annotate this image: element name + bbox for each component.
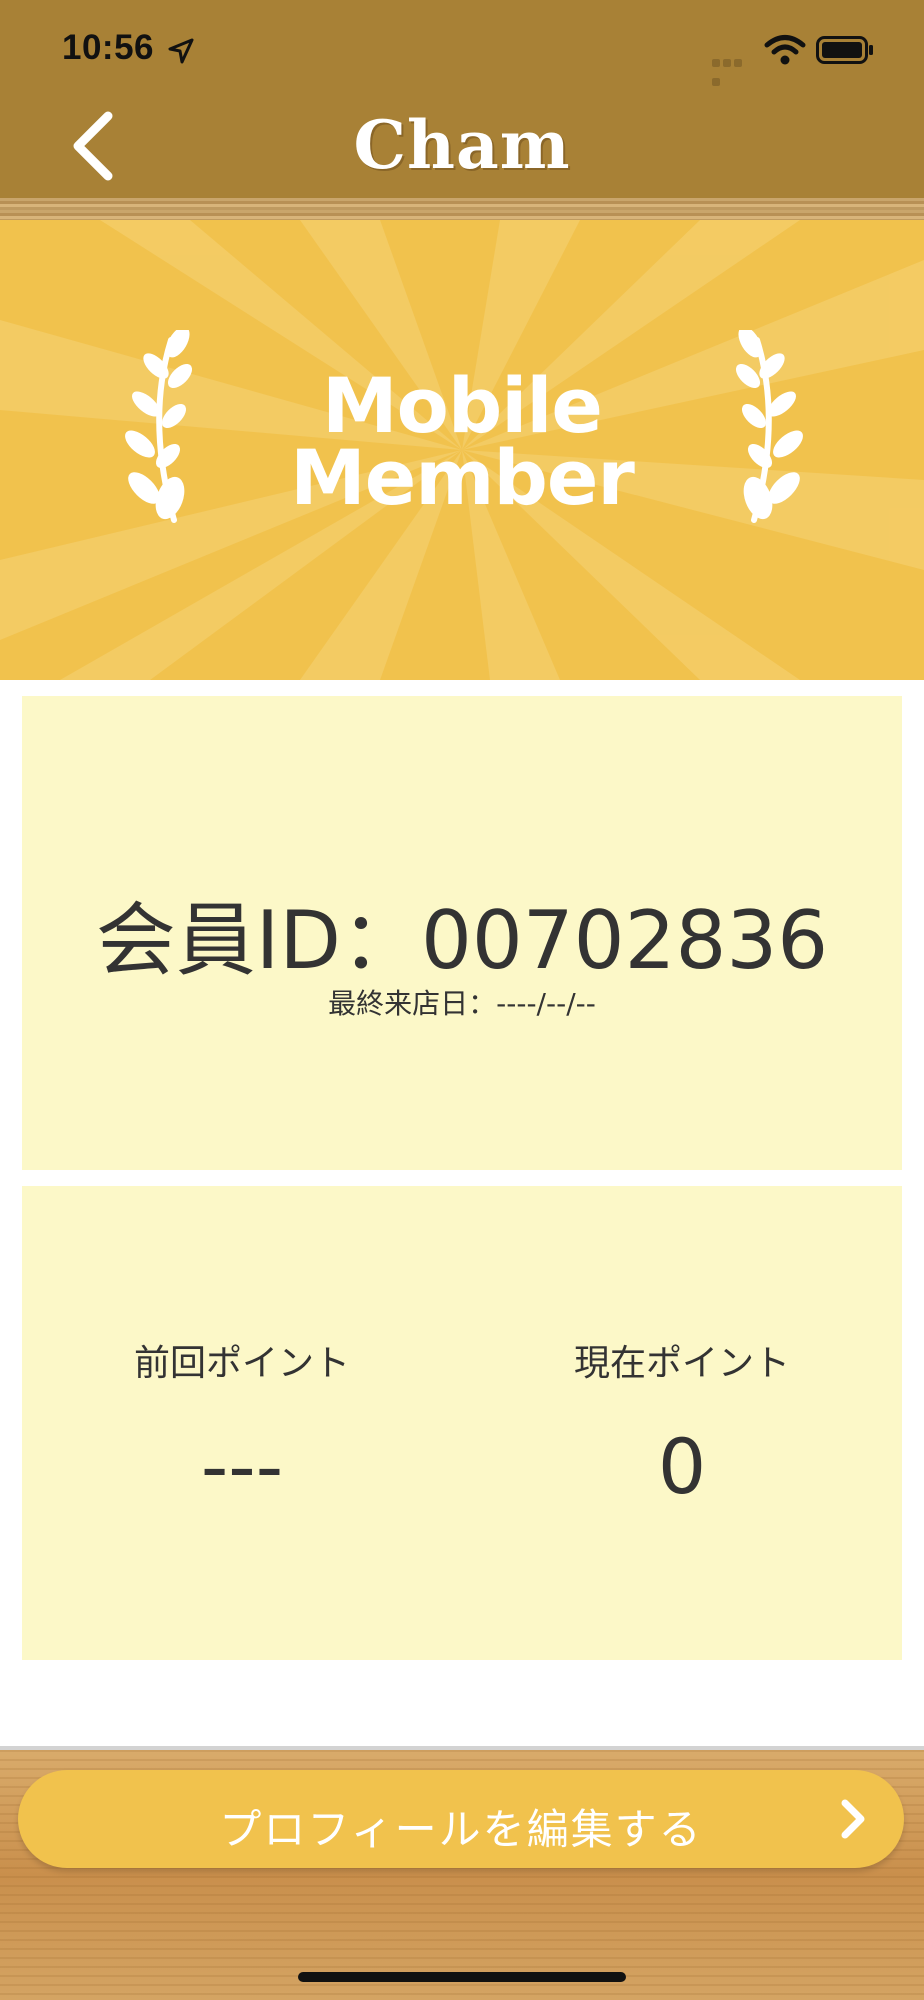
member-id: 会員ID：00702836 xyxy=(95,894,829,987)
navigation-bar: Cham xyxy=(0,100,924,198)
home-indicator[interactable] xyxy=(298,1972,626,1982)
current-points-label: 現在ポイント xyxy=(573,1343,790,1384)
signal-icon xyxy=(712,52,754,86)
wifi-icon xyxy=(764,35,806,65)
current-points: 現在ポイント 0 xyxy=(462,1334,902,1511)
mobile-member-banner: Mobile Member xyxy=(0,220,924,680)
top-bar: 10:56 Cham xyxy=(0,0,924,198)
status-bar: 10:56 xyxy=(0,0,924,100)
hero-title: Mobile Member xyxy=(0,361,924,522)
points-card: 前回ポイント --- 現在ポイント 0 xyxy=(22,1186,902,1660)
edit-profile-button[interactable]: プロフィールを編集する xyxy=(18,1770,904,1868)
member-card: 会員ID：00702836 最終来店日：----/--/-- xyxy=(22,696,902,1170)
location-arrow-icon xyxy=(168,38,194,64)
hero-title-line1: Mobile xyxy=(322,361,603,450)
hero-title-line2: Member xyxy=(290,433,635,522)
wood-strip xyxy=(0,198,924,220)
previous-points: 前回ポイント --- xyxy=(22,1334,462,1511)
last-visit-date: 最終来店日：----/--/-- xyxy=(328,987,596,1020)
edit-profile-label: プロフィールを編集する xyxy=(219,1805,703,1854)
status-time: 10:56 xyxy=(62,28,155,67)
current-points-value: 0 xyxy=(657,1422,707,1511)
brand-logo: Cham xyxy=(353,106,571,184)
previous-points-label: 前回ポイント xyxy=(133,1343,350,1384)
previous-points-value: --- xyxy=(200,1422,284,1511)
battery-icon xyxy=(816,36,873,64)
chevron-right-icon xyxy=(841,1799,865,1839)
